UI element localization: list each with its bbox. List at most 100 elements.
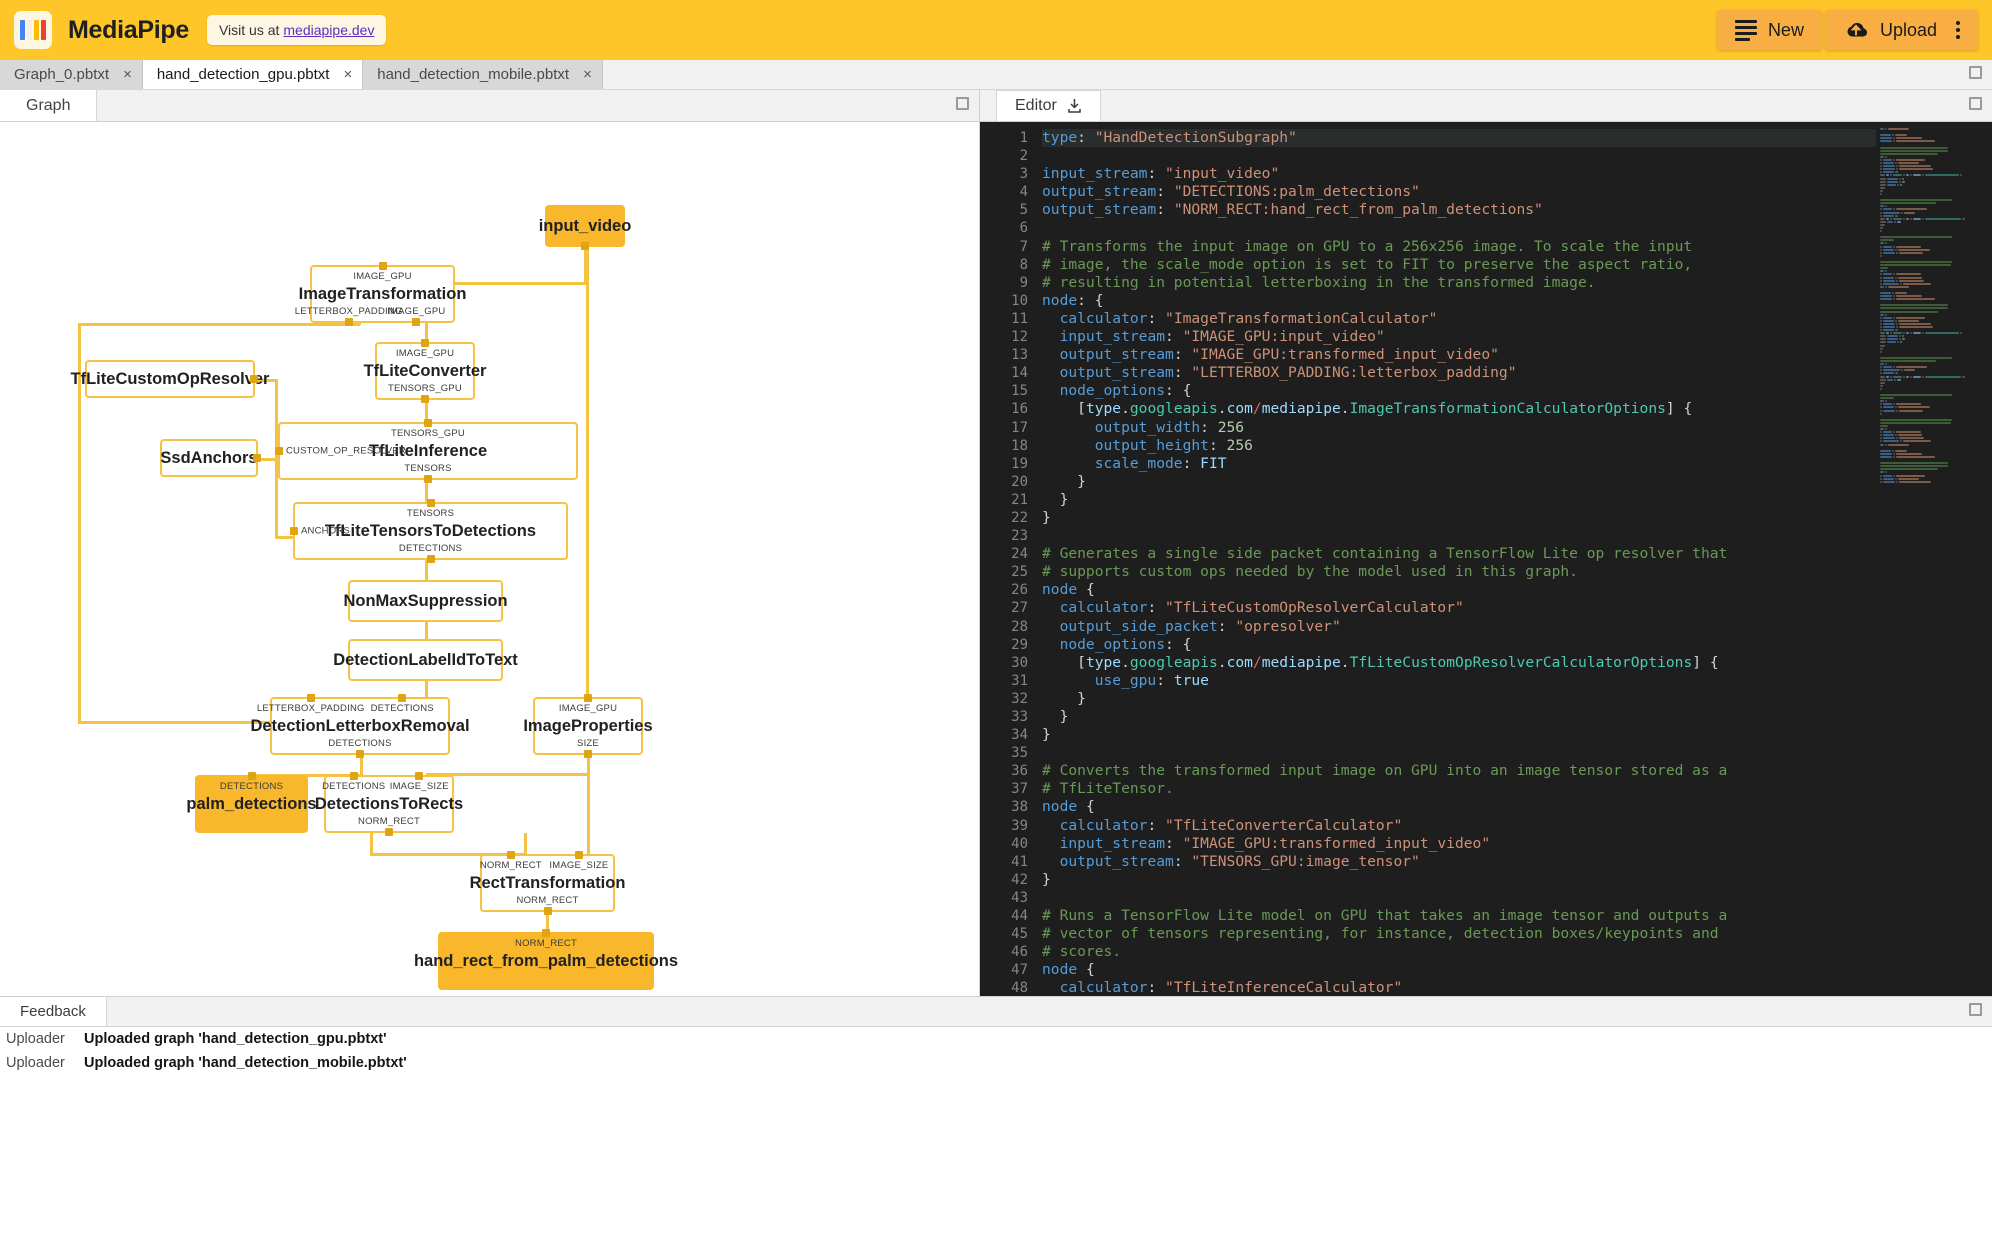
file-tab-hand-detection-gpu[interactable]: hand_detection_gpu.pbtxt × [142, 60, 364, 89]
tab-editor[interactable]: Editor [996, 90, 1101, 121]
graph-port-label: NORM_RECT [516, 895, 579, 906]
code-content[interactable]: type: "HandDetectionSubgraph" input_stre… [1038, 122, 1876, 996]
graph-port-dot [253, 454, 261, 462]
graph-panel: Graph input_video ImageTransformation IMAG… [0, 90, 980, 996]
graph-node-hand-rect-from-palm-detections[interactable]: hand_rect_from_palm_detections NORM_RECT [414, 929, 678, 990]
code-line: calculator: "TfLiteCustomOpResolverCalcu… [1059, 599, 1464, 617]
graph-port-dot [584, 694, 592, 702]
feedback-row: Uploader Uploaded graph 'hand_detection_g… [0, 1027, 1992, 1051]
graph-port-label: IMAGE_GPU [353, 271, 412, 282]
file-tab-graph-0[interactable]: Graph_0.pbtxt × [0, 60, 143, 89]
graph-node-detectionlabelidtotext[interactable]: DetectionLabelIdToText [333, 639, 518, 681]
feedback-panel: Feedback Uploader Uploaded graph 'hand_de… [0, 996, 1992, 1242]
graph-port-label: NORM_RECT [515, 938, 577, 949]
code-line: # TfLiteTensor. [1042, 780, 1174, 798]
tab-editor-label: Editor [1015, 97, 1057, 114]
graph-port-dot [584, 750, 592, 758]
graph-port-label: IMAGE_GPU [558, 703, 618, 714]
maximize-icon[interactable] [1969, 1003, 1982, 1016]
line-number-gutter: 1 2 3 4 5 6 7 8 9 10 11 12 13 14 15 16 17 18 19 20 21 22 23 24 2… [980, 122, 1038, 996]
visit-us-pill[interactable]: Visit us at mediapipe.dev [206, 15, 387, 45]
graph-edge [370, 833, 373, 855]
graph-node-label: input_video [538, 216, 632, 235]
code-line: # vector of tensors representing, for in… [1042, 925, 1719, 943]
code-line: # scores. [1042, 943, 1122, 961]
code-line: node { [1042, 961, 1095, 979]
code-line: # resulting in potential letterboxing in… [1042, 273, 1596, 291]
graph-node-tfliteinference[interactable]: TfLiteInference TENSORS_GPU TENSORS CUSTOM_… [275, 419, 578, 483]
graph-node-palm-detections[interactable]: palm_detections DETECTIONS [186, 772, 317, 833]
file-tab-hand-detection-mobile[interactable]: hand_detection_mobile.pbtxt × [363, 60, 603, 89]
new-button[interactable]: New [1716, 10, 1822, 50]
graph-port-label: SIZE [577, 738, 599, 749]
graph-node-tflitetensorstodetections[interactable]: TfLiteTensorsToDetections TENSORS DETECTIO… [290, 499, 568, 563]
file-tab-label: hand_detection_gpu.pbtxt [156, 66, 330, 83]
graph-node-label: ImageTransformation [298, 284, 467, 303]
graph-port-dot [421, 395, 429, 403]
mediapipe-dev-link[interactable]: mediapipe.dev [283, 22, 374, 38]
graph-port-dot [356, 750, 364, 758]
graph-node-imagetransformation[interactable]: ImageTransformation IMAGE_GPU LETTERBOX_PA… [295, 262, 466, 326]
code-line: use_gpu: true [1094, 671, 1209, 689]
editor-panel: Editor 1 2 3 4 5 6 7 8 9 10 11 12 13 14 15 16 17 18 19 20 21… [980, 90, 1992, 996]
maximize-icon[interactable] [956, 97, 969, 110]
upload-button[interactable]: Upload [1824, 10, 1978, 50]
graph-port-label: CUSTOM_OP_RESOLVER [286, 445, 406, 457]
code-line: output_side_packet: "opresolver" [1059, 617, 1341, 635]
graph-node-detectionletterboxremoval[interactable]: DetectionLetterboxRemoval LETTERBOX_PADDI… [250, 694, 470, 758]
feedback-message: Uploaded graph 'hand_detection_mobile.pb… [84, 1055, 407, 1071]
cloud-upload-icon [1847, 22, 1867, 37]
download-icon[interactable] [1067, 98, 1082, 114]
code-line: type: "HandDetectionSubgraph" [1042, 129, 1876, 148]
code-line: input_stream: "IMAGE_GPU:input_video" [1059, 328, 1385, 346]
graph-node-label: DetectionLabelIdToText [333, 650, 518, 669]
graph-node-ssdanchors[interactable]: SsdAnchors [160, 439, 261, 477]
close-icon[interactable]: × [583, 67, 592, 82]
code-minimap[interactable] [1876, 122, 1992, 996]
file-tab-bar: Graph_0.pbtxt × hand_detection_gpu.pbtxt… [0, 60, 1992, 90]
graph-node-nonmaxsuppression[interactable]: NonMaxSuppression [343, 580, 508, 622]
main-split: Graph input_video ImageTransformation IMAG… [0, 90, 1992, 996]
code-line: output_stream: "TENSORS_GPU:image_tensor… [1059, 852, 1420, 870]
close-icon[interactable]: × [343, 67, 352, 82]
graph-port-dot [581, 242, 589, 250]
graph-node-recttransformation[interactable]: RectTransformation NORM_RECT IMAGE_SIZE NOR… [470, 851, 625, 915]
code-editor[interactable]: 1 2 3 4 5 6 7 8 9 10 11 12 13 14 15 16 17 18 19 20 21 22 23 24 2… [980, 122, 1992, 996]
graph-node-label: TfLiteConverter [363, 361, 487, 380]
graph-port-label: TENSORS_GPU [388, 383, 462, 394]
code-line: output_stream: "DETECTIONS:palm_detectio… [1042, 183, 1420, 201]
graph-edge [425, 560, 428, 582]
tab-graph[interactable]: Graph [0, 90, 98, 121]
graph-node-detectionstorects[interactable]: DetectionsToRects DETECTIONS IMAGE_SIZE NOR… [315, 772, 463, 836]
code-line: calculator: "ImageTransformationCalculat… [1059, 309, 1438, 327]
maximize-icon[interactable] [1969, 97, 1982, 110]
graph-port-label: IMAGE_SIZE [549, 860, 609, 871]
code-line: # Generates a single side packet contain… [1042, 545, 1728, 563]
graph-port-label: TENSORS [406, 508, 455, 519]
graph-port-label: IMAGE_GPU [395, 348, 455, 359]
menu-lines-icon [1734, 19, 1757, 41]
maximize-icon[interactable] [1969, 66, 1982, 79]
tab-feedback[interactable]: Feedback [0, 997, 107, 1026]
more-options-icon[interactable] [1956, 21, 1960, 39]
graph-node-label: SsdAnchors [160, 448, 258, 467]
code-line: output_stream: "LETTERBOX_PADDING:letter… [1059, 364, 1517, 382]
graph-node-tfliteconverter[interactable]: TfLiteConverter IMAGE_GPU TENSORS_GPU [364, 339, 486, 403]
graph-port-label: TENSORS_GPU [391, 428, 465, 439]
graph-node-tflitecustomopresolver[interactable]: TfLiteCustomOpResolver [71, 360, 269, 398]
graph-port-dot [306, 694, 315, 702]
graph-node-input-video[interactable]: input_video [539, 205, 631, 250]
code-line: [type.googleapis.com/mediapipe.TfLiteCus… [1042, 653, 1719, 671]
code-line: # supports custom ops needed by the mode… [1042, 563, 1578, 581]
graph-canvas[interactable]: input_video ImageTransformation IMAGE_GPU L… [0, 122, 979, 996]
graph-port-dot [412, 318, 421, 326]
close-icon[interactable]: × [123, 67, 132, 82]
feedback-list: Uploader Uploaded graph 'hand_detection_g… [0, 1027, 1992, 1075]
graph-port-label: DETECTIONS [322, 781, 386, 792]
graph-edge [587, 755, 590, 858]
code-line: node { [1042, 798, 1095, 816]
graph-node-imageproperties[interactable]: ImageProperties IMAGE_GPU SIZE [523, 694, 653, 758]
graph-port-label: ANCHORS [301, 525, 350, 537]
